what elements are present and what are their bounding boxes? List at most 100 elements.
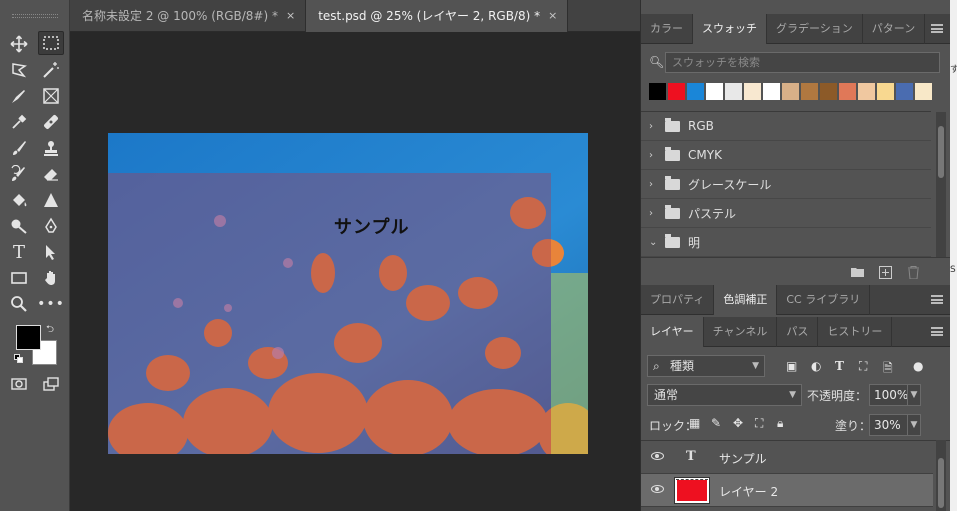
tab-swatches[interactable]: スウォッチ [693,14,767,44]
swatch[interactable] [801,83,818,100]
layer-name[interactable]: サンプル [719,450,767,467]
layer-name[interactable]: レイヤー 2 [719,483,778,500]
smart-object-filter-icon[interactable]: 🗎︎ [883,359,893,380]
swatch[interactable] [744,83,761,100]
lock-image-pixels-icon[interactable]: ✎ [711,416,721,430]
path-select-icon[interactable] [38,240,64,264]
chevron-right-icon[interactable]: › [649,150,657,161]
rectangle-icon[interactable] [6,266,32,290]
lock-position-icon[interactable]: ✥ [733,416,743,430]
fill-input[interactable]: 30% [869,414,909,436]
lock-all-icon[interactable]: 🔒︎ [777,416,783,431]
tab-cc-libraries[interactable]: CC ライブラリ [777,285,871,315]
document-tab-untitled[interactable]: 名称未設定 2 @ 100% (RGB/8#) * × [70,0,307,32]
lock-transparent-pixels-icon[interactable]: ▦ [689,416,700,430]
swatch[interactable] [763,83,780,100]
pen-icon[interactable] [6,84,32,108]
tab-patterns[interactable]: パターン [863,14,926,44]
swatch[interactable] [725,83,742,100]
swatches-scrollbar[interactable] [936,112,946,257]
layer-kind-filter-select[interactable]: ⌕ 種類 ▼ [647,355,765,377]
stamp-icon[interactable] [38,136,64,160]
scrollbar-thumb[interactable] [938,126,944,178]
tab-paths[interactable]: パス [777,317,819,347]
tab-adjustments[interactable]: 色調補正 [714,285,778,315]
panel-menu-icon[interactable] [931,24,943,33]
dodge-icon[interactable] [6,214,32,238]
swatch[interactable] [877,83,894,100]
swatch[interactable] [858,83,875,100]
fill-dropdown[interactable]: ▼ [907,414,921,436]
visibility-eye-icon[interactable] [651,452,664,460]
swap-colors-icon[interactable]: ⮌ [46,322,54,339]
lasso-icon[interactable] [6,58,32,82]
magic-wand-icon[interactable] [38,58,64,82]
healing-icon[interactable] [38,110,64,134]
quick-mask-icon[interactable] [6,372,32,396]
tab-channels[interactable]: チャンネル [704,317,778,347]
swatch-group-rgb[interactable]: › RGB [641,112,931,141]
filter-toggle-icon[interactable]: ● [913,359,923,373]
swatch[interactable] [706,83,723,100]
swatch[interactable] [896,83,913,100]
type-filter-icon[interactable]: T [835,359,844,373]
move-icon[interactable] [6,32,32,56]
eyedropper-icon[interactable] [6,110,32,134]
panel-menu-icon[interactable] [931,327,943,336]
swatch[interactable] [668,83,685,100]
opacity-dropdown[interactable]: ▼ [907,384,921,406]
frame-icon[interactable] [38,84,64,108]
tab-gradients[interactable]: グラデーション [767,14,863,44]
lock-artboard-icon[interactable]: ⛶ [755,416,763,431]
more-tools-icon[interactable]: ••• [37,292,64,316]
type-icon[interactable]: T [6,240,32,264]
opacity-input[interactable]: 100% [869,384,909,406]
swatch[interactable] [782,83,799,100]
swatch-group-grayscale[interactable]: › グレースケール [641,170,931,199]
canvas-text-layer[interactable]: サンプル [334,213,409,239]
path-pen-icon[interactable] [38,214,64,238]
swatch[interactable] [820,83,837,100]
tab-properties[interactable]: プロパティ [641,285,715,315]
pixel-filter-icon[interactable]: ▣ [786,359,797,373]
close-tab-icon[interactable]: × [548,0,557,32]
close-tab-icon[interactable]: × [286,0,295,32]
layer-row-layer-2[interactable]: レイヤー 2 [641,474,933,507]
scrollbar-thumb[interactable] [938,458,944,508]
panel-menu-icon[interactable] [931,295,943,304]
new-swatch-icon[interactable] [879,266,892,279]
swatch-search-input[interactable]: スウォッチを検索 [665,52,940,73]
history-brush-icon[interactable] [6,162,32,186]
new-group-folder-icon[interactable] [851,266,864,277]
swatch-group-cmyk[interactable]: › CMYK [641,141,931,170]
toolbar-grip[interactable] [12,14,58,18]
screen-mode-icon[interactable] [38,372,64,396]
layer-thumbnail[interactable] [674,477,710,504]
adjustment-filter-icon[interactable]: ◐ [811,359,821,373]
brush-icon[interactable] [6,136,32,160]
swatch[interactable] [649,83,666,100]
visibility-eye-icon[interactable] [651,485,664,493]
default-colors-icon[interactable] [14,354,24,364]
blend-mode-select[interactable]: 通常 ▼ [647,384,802,406]
marquee-icon[interactable] [38,31,64,55]
tab-color[interactable]: カラー [641,14,693,44]
sharpen-icon[interactable] [38,188,64,212]
swatch[interactable] [839,83,856,100]
shape-filter-icon[interactable]: ⛶ [859,359,867,374]
tab-history[interactable]: ヒストリー [818,317,893,347]
chevron-right-icon[interactable]: › [649,208,657,219]
document-tab-test-psd[interactable]: test.psd @ 25% (レイヤー 2, RGB/8) * × [306,0,569,32]
trash-icon[interactable] [907,266,920,280]
layers-scrollbar[interactable] [936,440,946,511]
paint-bucket-icon[interactable] [6,188,32,212]
swatch[interactable] [915,83,932,100]
eraser-icon[interactable] [38,162,64,186]
hand-icon[interactable] [38,266,64,290]
chevron-down-icon[interactable]: ⌄ [649,237,657,248]
chevron-right-icon[interactable]: › [649,179,657,190]
swatch-group-pastel[interactable]: › パステル [641,199,931,228]
swatch[interactable] [687,83,704,100]
zoom-icon[interactable] [6,292,32,316]
document-canvas[interactable]: サンプル [108,133,588,454]
